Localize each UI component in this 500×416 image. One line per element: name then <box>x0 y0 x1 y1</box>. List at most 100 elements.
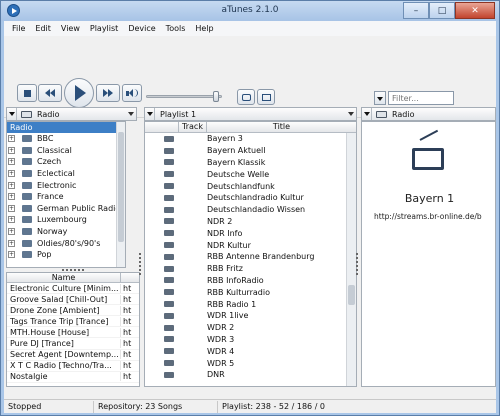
menu-tools[interactable]: Tools <box>161 24 191 33</box>
menu-device[interactable]: Device <box>123 24 160 33</box>
station-url[interactable]: http://streams.br-online.de/b <box>374 212 482 221</box>
radio-icon <box>21 110 32 118</box>
menu-file[interactable]: File <box>7 24 30 33</box>
expand-icon[interactable]: + <box>8 216 15 224</box>
collapse-arrow-icon[interactable] <box>7 108 17 120</box>
filter-input[interactable] <box>388 91 454 105</box>
expand-icon[interactable]: + <box>8 158 15 166</box>
tree-item[interactable]: + Luxembourg <box>7 214 125 226</box>
playlist-row[interactable]: WDR 1live <box>145 310 356 322</box>
menu-playlist[interactable]: Playlist <box>85 24 123 33</box>
playlist-row[interactable]: Deutschlandradio Kultur <box>145 192 356 204</box>
minimize-button[interactable]: – <box>403 2 429 19</box>
playlist-row[interactable]: RBB InfoRadio <box>145 275 356 287</box>
tree-item[interactable]: + BBC <box>7 133 125 145</box>
list-item[interactable]: Drone Zone [Ambient] ht <box>7 305 139 317</box>
menu-edit[interactable]: Edit <box>30 24 56 33</box>
menu-help[interactable]: Help <box>190 24 218 33</box>
tree-item[interactable]: + France <box>7 191 125 203</box>
tree-item[interactable]: + Eclectical <box>7 168 125 180</box>
expand-icon[interactable]: + <box>8 239 15 247</box>
vertical-splitter-right[interactable] <box>356 253 359 277</box>
scrollbar-thumb[interactable] <box>348 285 355 305</box>
list-item[interactable]: Tags Trance Trip [Trance] ht <box>7 316 139 328</box>
collapse-arrow-icon[interactable] <box>362 108 372 120</box>
repeat-button[interactable] <box>237 89 255 105</box>
tree-scrollbar[interactable] <box>116 122 125 267</box>
tree-item[interactable]: + German Public Radio <box>7 203 125 215</box>
expand-icon[interactable]: + <box>8 193 15 201</box>
radio-icon <box>164 265 174 272</box>
close-button[interactable]: ✕ <box>455 2 495 19</box>
radio-station-icon <box>412 148 444 170</box>
playlist-row[interactable]: RBB Kulturradio <box>145 286 356 298</box>
expand-icon[interactable]: + <box>8 170 15 178</box>
tree-root[interactable]: Radio <box>7 122 125 133</box>
playlist-row[interactable]: Bayern Klassik <box>145 157 356 169</box>
chevron-down-icon[interactable] <box>126 108 136 120</box>
tree-item[interactable]: + Norway <box>7 226 125 238</box>
shuffle-button[interactable] <box>257 89 275 105</box>
column-header-track[interactable]: Track <box>179 122 207 132</box>
menu-view[interactable]: View <box>56 24 85 33</box>
playlist-row[interactable]: RBB Antenne Brandenburg <box>145 251 356 263</box>
column-header-name[interactable]: Name <box>7 273 121 282</box>
volume-slider-thumb[interactable] <box>212 91 219 102</box>
playlist-row[interactable]: RBB Radio 1 <box>145 298 356 310</box>
playlist-selector[interactable]: Playlist 1 <box>144 107 357 121</box>
playlist-row[interactable]: WDR 2 <box>145 322 356 334</box>
playlist-row-icon-cell <box>145 336 207 343</box>
playlist-row[interactable]: NDR Info <box>145 227 356 239</box>
maximize-button[interactable]: □ <box>429 2 455 19</box>
expand-icon[interactable]: + <box>8 146 15 154</box>
playlist-row[interactable]: Deutschlandfunk <box>145 180 356 192</box>
tree-item[interactable]: + Czech <box>7 156 125 168</box>
stop-button[interactable] <box>17 84 37 102</box>
playlist-row[interactable]: WDR 5 <box>145 357 356 369</box>
playlist-row[interactable]: WDR 3 <box>145 334 356 346</box>
column-header-title[interactable]: Title <box>207 122 356 132</box>
expand-icon[interactable]: + <box>8 251 15 259</box>
list-item[interactable]: Nostalgie ht <box>7 372 139 383</box>
navigator-selector[interactable]: Radio <box>6 107 137 121</box>
playlist-row[interactable]: NDR 2 <box>145 216 356 228</box>
volume-slider-track[interactable] <box>146 95 222 98</box>
playlist-row[interactable]: Bayern 3 <box>145 133 356 145</box>
expand-icon[interactable]: + <box>8 135 15 143</box>
playlist-row[interactable]: WDR 4 <box>145 345 356 357</box>
playlist-row[interactable]: NDR Kultur <box>145 239 356 251</box>
chevron-down-icon[interactable] <box>346 108 356 120</box>
expand-icon[interactable]: + <box>8 228 15 236</box>
context-selector[interactable]: Radio <box>361 107 496 121</box>
volume-button[interactable] <box>122 84 142 102</box>
expand-icon[interactable]: + <box>8 204 15 212</box>
filter-options-button[interactable] <box>374 91 386 105</box>
expand-icon[interactable]: + <box>8 181 15 189</box>
playlist-row[interactable]: Deutsche Welle <box>145 168 356 180</box>
list-item[interactable]: MTH.House [House] ht <box>7 327 139 339</box>
list-item[interactable]: Electronic Culture [Minim... ht <box>7 283 139 295</box>
playlist-row[interactable]: RBB Fritz <box>145 263 356 275</box>
list-item[interactable]: Secret Agent [Downtemp... ht <box>7 350 139 361</box>
vertical-splitter-left[interactable] <box>139 253 142 277</box>
title-bar[interactable]: aTunes 2.1.0 – □ ✕ <box>1 1 499 21</box>
scrollbar-thumb[interactable] <box>118 132 124 242</box>
tree-item[interactable]: + Classical <box>7 145 125 157</box>
previous-button[interactable] <box>38 84 62 102</box>
list-item[interactable]: Groove Salad [Chill-Out] ht <box>7 294 139 306</box>
play-button[interactable] <box>64 78 94 108</box>
playlist-row-title: WDR 3 <box>207 334 235 344</box>
tree-item[interactable]: + Electronic <box>7 179 125 191</box>
next-button[interactable] <box>96 84 120 102</box>
column-header-status[interactable] <box>145 122 179 132</box>
tree-item[interactable]: + Oldies/80's/90's <box>7 237 125 249</box>
playlist-scrollbar[interactable] <box>346 133 356 386</box>
list-item[interactable]: X T C Radio [Techno/Tra... ht <box>7 361 139 372</box>
playlist-row[interactable]: Deutschlandadio Wissen <box>145 204 356 216</box>
tree-item[interactable]: + Pop <box>7 249 125 261</box>
list-item[interactable]: Pure DJ [Trance] ht <box>7 338 139 350</box>
playlist-row[interactable]: DNR <box>145 369 356 381</box>
playlist-row[interactable]: Bayern Aktuell <box>145 145 356 157</box>
playlist-row-icon-cell <box>145 312 207 319</box>
collapse-arrow-icon[interactable] <box>145 108 155 120</box>
